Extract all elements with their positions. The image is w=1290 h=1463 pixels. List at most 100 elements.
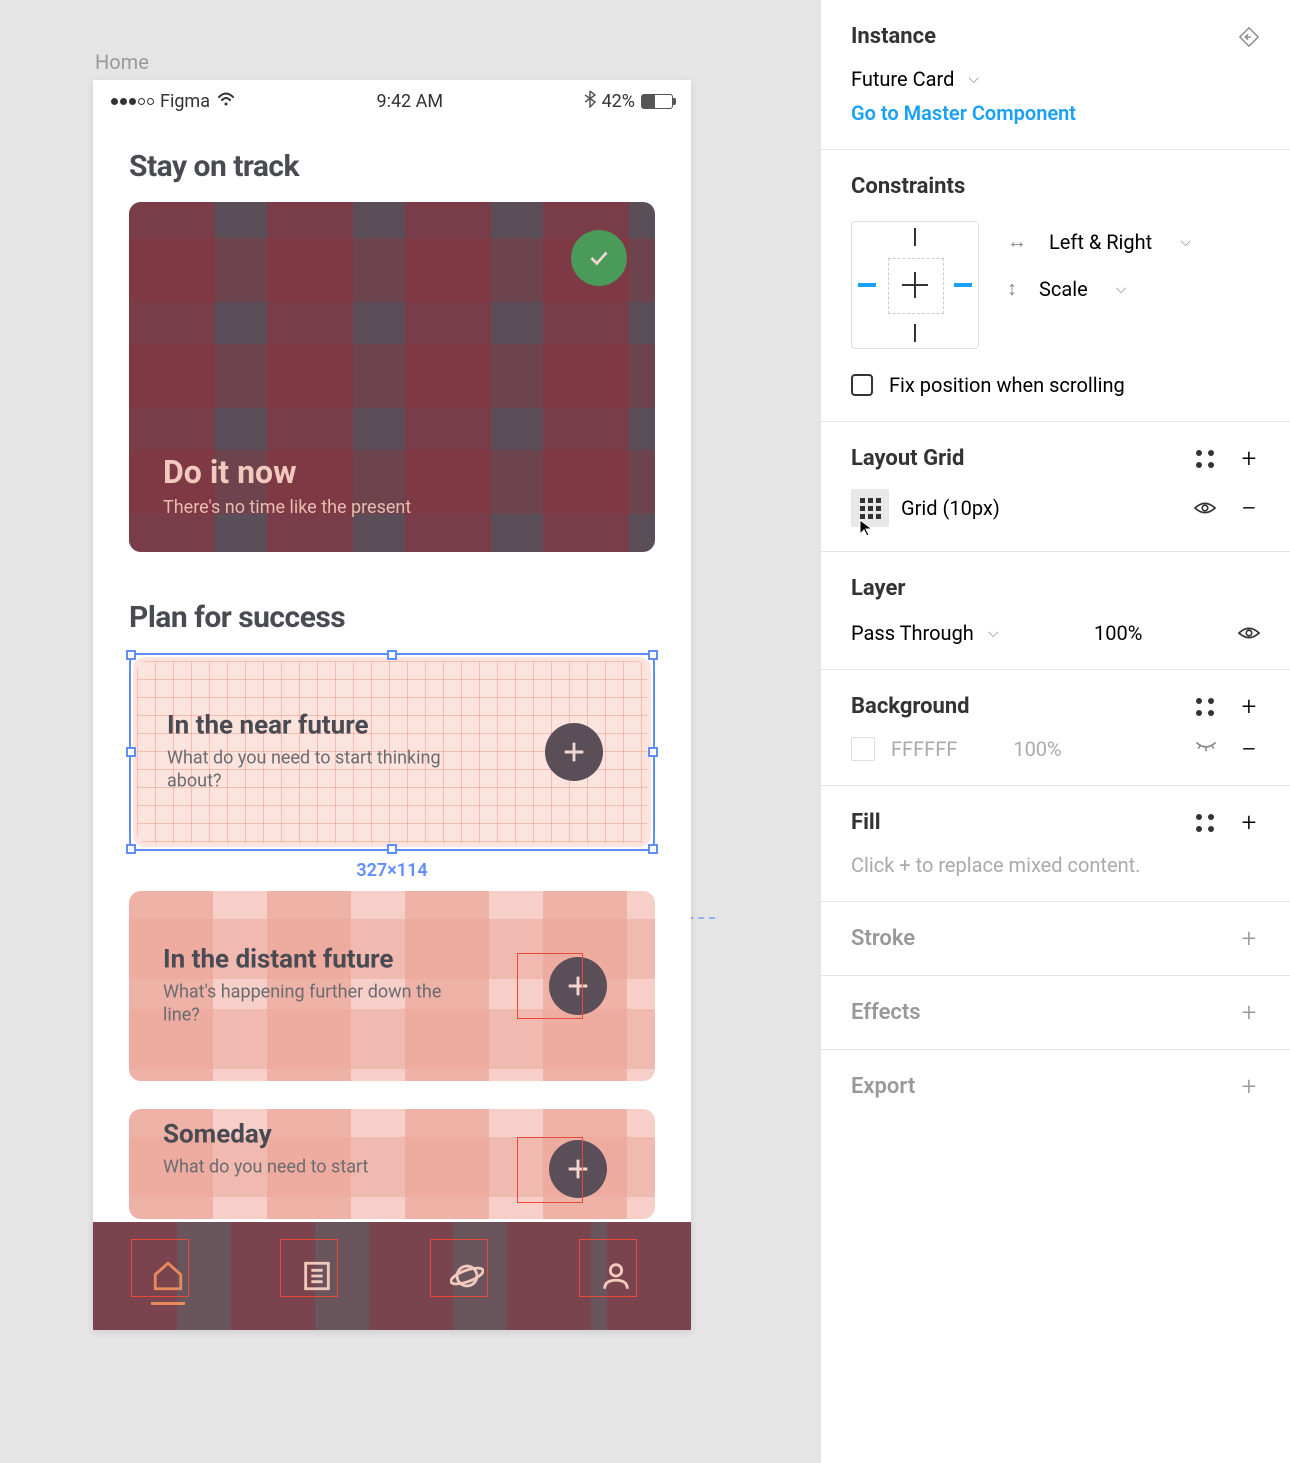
status-right: 42% (584, 90, 673, 113)
remove-grid-button[interactable]: − (1238, 497, 1260, 519)
panel-title-layer: Layer (851, 576, 1260, 601)
chevron-down-icon: ⌵ (1180, 234, 1191, 250)
panel-title-constraints: Constraints (851, 174, 1260, 199)
toggle-layer-visibility-button[interactable] (1238, 622, 1260, 644)
resize-handle[interactable] (648, 844, 658, 854)
tab-profile[interactable] (591, 1251, 641, 1301)
canvas-area[interactable]: Home Figma 9:42 AM 42% (0, 0, 820, 1463)
reset-icon (1238, 24, 1260, 50)
instance-component-dropdown[interactable]: Future Card ⌵ (851, 67, 1260, 91)
layer-opacity-input[interactable]: 100% (1094, 621, 1142, 645)
add-button[interactable] (549, 957, 607, 1015)
panel-title-instance: Instance (851, 24, 936, 49)
fill-placeholder: Click + to replace mixed content. (851, 853, 1260, 877)
future-card[interactable]: In the near future What do you need to s… (133, 657, 651, 847)
battery-pct: 42% (602, 91, 635, 112)
selection-dimensions: 327×114 (356, 860, 427, 881)
battery-icon (641, 94, 673, 109)
future-card-subtitle: What do you need to start (163, 1155, 368, 1178)
future-card-subtitle: What's happening further down the line? (163, 981, 443, 1028)
future-card[interactable]: Someday What do you need to start (129, 1109, 655, 1219)
fix-position-checkbox-row[interactable]: Fix position when scrolling (851, 373, 1260, 397)
panel-section-instance: Instance Future Card ⌵ Go to Master Comp… (821, 0, 1290, 150)
frame-label[interactable]: Home (95, 50, 149, 74)
tab-list[interactable] (292, 1251, 342, 1301)
go-to-master-link[interactable]: Go to Master Component (851, 101, 1260, 125)
fix-position-label: Fix position when scrolling (889, 373, 1125, 397)
grid-value[interactable]: Grid (10px) (901, 496, 1000, 520)
status-bar: Figma 9:42 AM 42% (93, 80, 691, 119)
future-card-title: In the distant future (163, 945, 443, 975)
panel-section-layer: Layer Pass Through ⌵ 100% (821, 552, 1290, 670)
eye-closed-icon (1194, 739, 1218, 753)
tab-explore[interactable] (442, 1251, 492, 1301)
add-button[interactable] (545, 723, 603, 781)
toggle-background-visibility-button[interactable] (1194, 738, 1216, 760)
four-dots-icon (1196, 698, 1214, 716)
panel-section-stroke: Stroke + (821, 902, 1290, 976)
hero-title: Do it now (163, 453, 411, 491)
add-effect-button[interactable]: + (1238, 1002, 1260, 1024)
status-time: 9:42 AM (376, 91, 443, 112)
panel-section-background: Background + FFFFFF 100% − (821, 670, 1290, 786)
future-cards-list: In the near future What do you need to s… (129, 653, 655, 1219)
panel-section-layout-grid: Layout Grid + Grid (10px) − (821, 422, 1290, 552)
background-styles-button[interactable] (1194, 696, 1216, 718)
background-opacity-input[interactable]: 100% (1013, 737, 1061, 761)
horizontal-constraint-dropdown[interactable]: ↔ Left & Right ⌵ (1007, 229, 1191, 254)
background-hex-input[interactable]: FFFFFF (891, 737, 957, 761)
future-card[interactable]: In the distant future What's happening f… (129, 891, 655, 1081)
grid-icon (860, 498, 881, 519)
blend-mode-dropdown[interactable]: Pass Through ⌵ (851, 621, 998, 645)
phone-frame[interactable]: Figma 9:42 AM 42% Stay on track (93, 80, 691, 1330)
future-card-title: Someday (163, 1119, 368, 1149)
section-title-track: Stay on track (129, 149, 655, 184)
chevron-down-icon: ⌵ (968, 71, 979, 87)
list-icon (300, 1259, 334, 1293)
vertical-constraint-dropdown[interactable]: ↕ Scale ⌵ (1007, 276, 1191, 301)
checkbox[interactable] (851, 374, 873, 396)
horizontal-arrows-icon: ↔ (1007, 229, 1027, 254)
grid-type-button[interactable] (851, 489, 889, 527)
add-fill-button[interactable]: + (1238, 812, 1260, 834)
add-background-button[interactable]: + (1238, 696, 1260, 718)
grid-styles-button[interactable] (1194, 448, 1216, 470)
add-stroke-button[interactable]: + (1238, 928, 1260, 950)
resize-handle[interactable] (126, 844, 136, 854)
reset-overrides-button[interactable] (1238, 26, 1260, 48)
future-card-title: In the near future (167, 711, 447, 741)
planet-icon (450, 1259, 484, 1293)
properties-panel: Instance Future Card ⌵ Go to Master Comp… (820, 0, 1290, 1463)
frame-content: Stay on track Do it now There's no time … (93, 119, 691, 1219)
eye-icon (1194, 500, 1216, 516)
remove-background-button[interactable]: − (1238, 738, 1260, 760)
panel-section-constraints: Constraints ↔ Left & Right ⌵ ↕ Sca (821, 150, 1290, 422)
carrier-name: Figma (160, 91, 210, 112)
background-swatch[interactable] (851, 737, 875, 761)
selected-instance[interactable]: In the near future What do you need to s… (129, 653, 655, 851)
panel-title-export: Export (851, 1074, 915, 1099)
hero-card[interactable]: Do it now There's no time like the prese… (129, 202, 655, 552)
resize-handle[interactable] (126, 650, 136, 660)
toggle-grid-visibility-button[interactable] (1194, 497, 1216, 519)
add-button[interactable] (549, 1140, 607, 1198)
panel-section-effects: Effects + (821, 976, 1290, 1050)
add-export-button[interactable]: + (1238, 1076, 1260, 1098)
check-icon (586, 245, 612, 271)
panel-section-fill: Fill + Click + to replace mixed content. (821, 786, 1290, 902)
tab-bar (93, 1222, 691, 1330)
section-title-plan: Plan for success (129, 600, 655, 635)
constraint-widget[interactable] (851, 221, 979, 349)
panel-title-stroke: Stroke (851, 926, 915, 951)
panel-section-export: Export + (821, 1050, 1290, 1123)
eye-icon (1238, 625, 1260, 641)
resize-handle[interactable] (648, 650, 658, 660)
fill-styles-button[interactable] (1194, 812, 1216, 834)
four-dots-icon (1196, 450, 1214, 468)
plus-icon (560, 738, 588, 766)
hero-text: Do it now There's no time like the prese… (163, 453, 411, 518)
checkmark-badge[interactable] (571, 230, 627, 286)
home-icon (151, 1259, 185, 1293)
tab-home[interactable] (143, 1251, 193, 1301)
add-layout-grid-button[interactable]: + (1238, 448, 1260, 470)
